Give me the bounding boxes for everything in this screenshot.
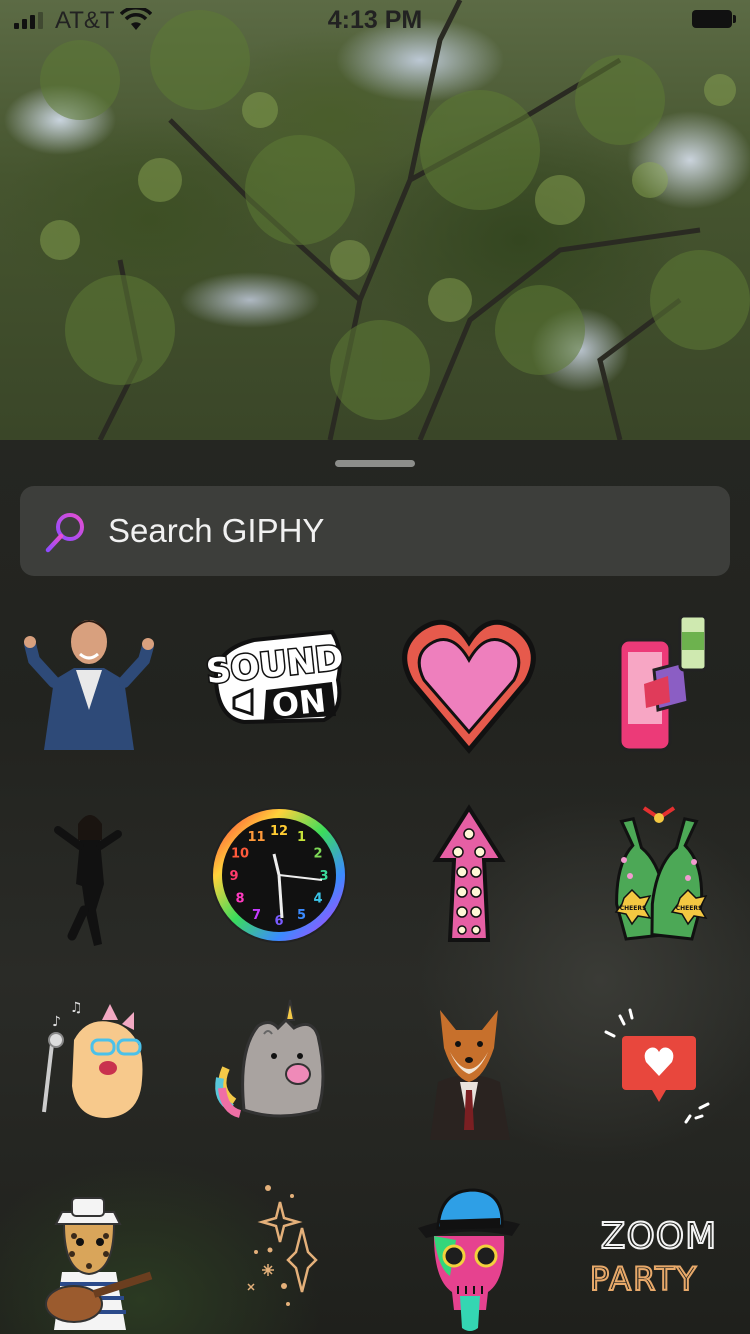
- cheers-label-left: CHEERS: [620, 905, 647, 912]
- sticker-dancing-man[interactable]: [14, 610, 164, 760]
- svg-text:♫: ♫: [70, 1000, 83, 1016]
- sticker-heart[interactable]: [394, 610, 544, 760]
- sticker-singing-cat[interactable]: ♪ ♫: [14, 990, 164, 1140]
- clock-numeral-12: 12: [270, 824, 288, 839]
- battery-icon: [692, 10, 736, 28]
- sticker-cheers-bottles[interactable]: CHEERS CHEERS: [584, 800, 734, 950]
- status-time: 4:13 PM: [327, 6, 423, 34]
- sticker-fox-jacket[interactable]: [394, 990, 544, 1140]
- sound-on-line2: ON: [270, 681, 328, 724]
- tree-foliage: [40, 0, 750, 440]
- clock-numeral-1: 1: [297, 830, 306, 845]
- sparkles-image: [247, 1185, 318, 1306]
- clock-numeral-7: 7: [252, 908, 261, 923]
- singing-cat-image: ♪ ♫: [42, 1000, 143, 1118]
- status-bar: AT&T 4:13 PM: [0, 0, 750, 40]
- search-input[interactable]: [108, 486, 708, 576]
- search-icon: [45, 513, 84, 553]
- sticker-dancing-woman[interactable]: [14, 800, 164, 950]
- svg-text:♪: ♪: [52, 1014, 61, 1030]
- dancing-man-image: [24, 620, 154, 750]
- sticker-rainbow-clock[interactable]: 12 1 2 3 4 5 6 7 8 9 10 11: [204, 800, 354, 950]
- neon-skull-image: [418, 1188, 520, 1331]
- sheet-grabber-handle[interactable]: [335, 460, 415, 467]
- sticker-like-notification[interactable]: [584, 990, 734, 1140]
- clock-numeral-9: 9: [229, 869, 238, 884]
- search-bar[interactable]: [20, 486, 730, 576]
- clock-numeral-3: 3: [319, 869, 328, 884]
- zoom-party-line2: PARTY: [590, 1260, 698, 1298]
- clock-numeral-10: 10: [231, 847, 249, 862]
- leopard-guitar-image: [45, 1197, 153, 1330]
- clock-numeral-2: 2: [313, 847, 322, 862]
- heart-image: [402, 619, 536, 754]
- sticker-sound-on[interactable]: SOUND ON: [203, 610, 354, 760]
- phone-cheers-image: [618, 614, 708, 752]
- polka-arrow-image: [432, 804, 506, 942]
- clock-numeral-5: 5: [297, 908, 306, 923]
- clock-numeral-4: 4: [313, 892, 322, 907]
- sticker-phone-cheers[interactable]: [584, 610, 734, 760]
- clock-numeral-11: 11: [247, 830, 265, 845]
- camera-photo-background: [0, 0, 750, 440]
- dancing-woman-image: [54, 815, 122, 946]
- rainbow-clock-image: 12 1234567891011: [211, 807, 347, 943]
- sticker-sparkles[interactable]: [204, 1180, 354, 1330]
- cheers-label-right: CHEERS: [676, 905, 703, 912]
- zoom-party-line1: ZOOM: [601, 1216, 717, 1257]
- sticker-pusheen-unicorn[interactable]: [204, 990, 354, 1140]
- zoom-party-image: ZOOM PARTY: [589, 1215, 717, 1299]
- fox-jacket-image: [430, 1010, 510, 1140]
- sound-on-image: SOUND ON: [203, 629, 347, 725]
- sticker-leopard-guitar[interactable]: [14, 1180, 164, 1330]
- cheers-bottles-image: CHEERS CHEERS: [614, 806, 708, 941]
- clock-numeral-8: 8: [235, 892, 244, 907]
- giphy-sticker-sheet[interactable]: SOUND ON: [0, 440, 750, 1334]
- pusheen-unicorn-image: [215, 999, 325, 1118]
- sticker-polka-arrow[interactable]: [394, 800, 544, 950]
- sticker-zoom-party[interactable]: ZOOM PARTY: [584, 1180, 734, 1330]
- sticker-neon-skull[interactable]: [394, 1180, 544, 1331]
- like-notification-image: [604, 1008, 710, 1124]
